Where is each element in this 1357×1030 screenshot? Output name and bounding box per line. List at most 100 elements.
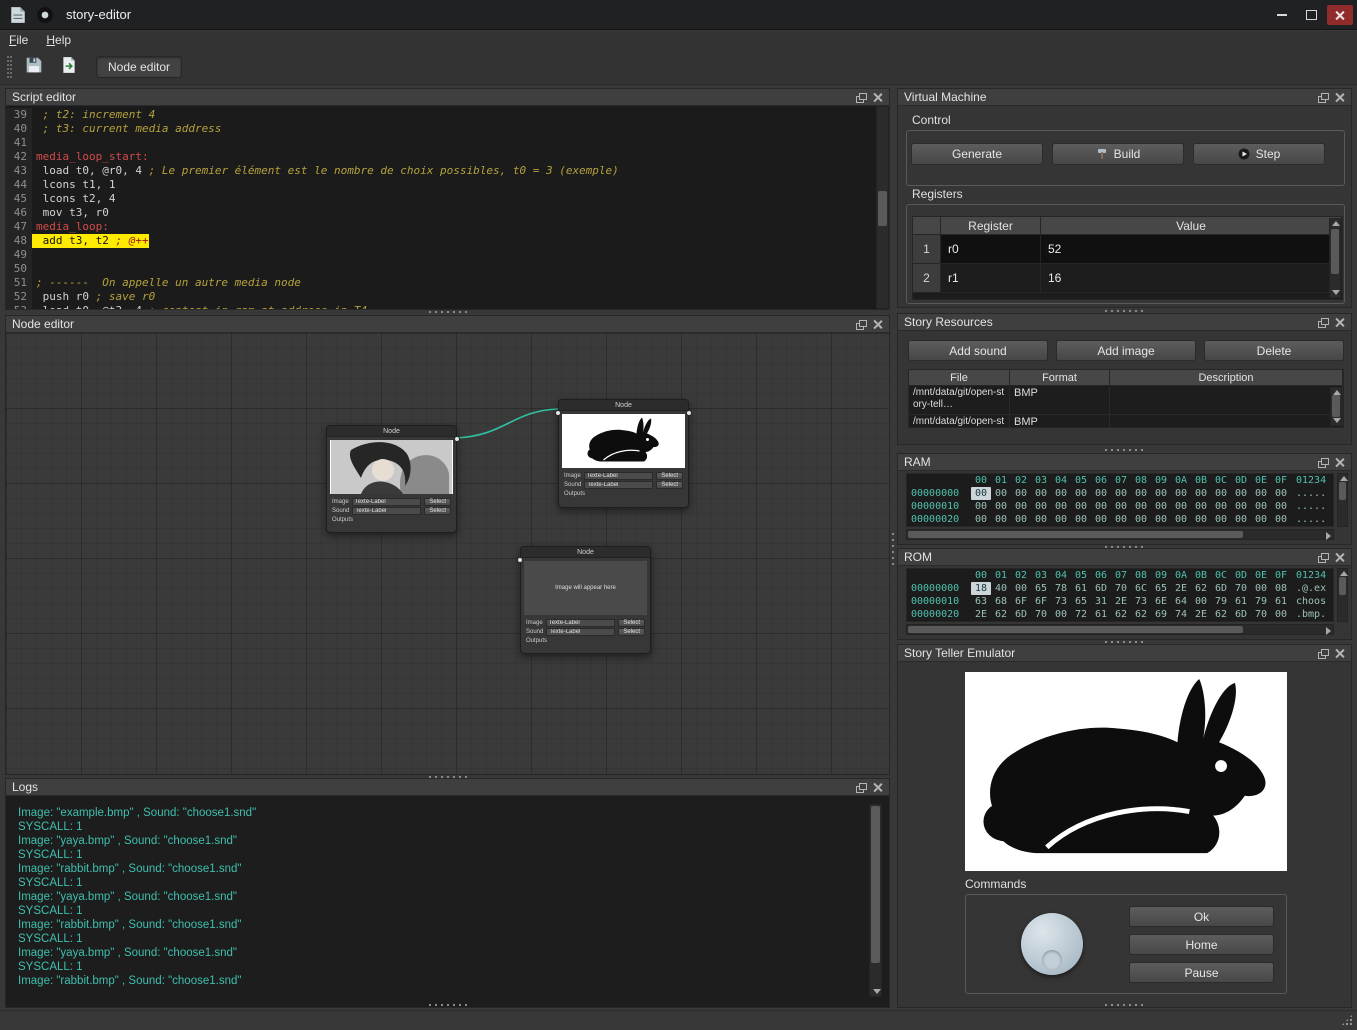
toolbar-drag-handle[interactable] (7, 56, 12, 78)
delete-button[interactable]: Delete (1204, 340, 1344, 361)
home-button[interactable]: Home (1129, 934, 1274, 955)
hex-row[interactable]: 000000202E626D70007261626269742E626D7000… (907, 608, 1333, 621)
scroll-up-icon[interactable] (1340, 476, 1348, 481)
script-editor-scrollbar[interactable] (876, 106, 889, 309)
ram-horizontal-scrollbar[interactable] (906, 529, 1334, 540)
rom-hex-view[interactable]: 000102030405060708090A0B0C0D0E0F01234567… (906, 568, 1334, 622)
scrollbar-thumb[interactable] (871, 806, 880, 963)
scroll-right-icon[interactable] (1326, 532, 1331, 540)
registers-scrollbar[interactable] (1329, 218, 1341, 298)
float-panel-icon[interactable] (1317, 457, 1328, 468)
registers-table[interactable]: Register Value 1r0522r116 (912, 216, 1343, 300)
media-node-1[interactable]: Node Image Texte-Label Select (326, 425, 457, 533)
script-editor[interactable]: 39 ; t2: increment 440 ; t3: current med… (6, 106, 889, 309)
node-image-select-button[interactable]: Select (424, 498, 451, 506)
close-button[interactable] (1327, 5, 1353, 25)
scroll-down-icon[interactable] (873, 989, 881, 994)
hex-row[interactable]: 0000002000000000000000000000000000000000… (907, 513, 1333, 526)
rom-vertical-scrollbar[interactable] (1337, 568, 1348, 622)
generate-button[interactable]: Generate (911, 143, 1043, 165)
hex-row[interactable]: 000000001840006578616D706C652E626D700008… (907, 582, 1333, 595)
logs-scrollbar[interactable] (869, 804, 882, 997)
node-connection-wire[interactable] (457, 409, 558, 438)
node-sound-select-button[interactable]: Select (656, 481, 683, 489)
hex-row[interactable]: 0000001063686F6F7365312E736E640079617961… (907, 595, 1333, 608)
scroll-up-icon[interactable] (1340, 571, 1348, 576)
float-panel-icon[interactable] (855, 319, 866, 330)
float-panel-icon[interactable] (855, 92, 866, 103)
node-image-select-button[interactable]: Select (618, 619, 645, 627)
log-output[interactable]: Image: "example.bmp" , Sound: "choose1.s… (6, 796, 889, 1007)
ram-vertical-scrollbar[interactable] (1337, 473, 1348, 527)
node-image-text-field[interactable]: Texte-Label (352, 498, 422, 506)
build-button[interactable]: Build (1052, 143, 1184, 165)
resources-table[interactable]: File Format Description /mnt/data/git/op… (908, 369, 1344, 428)
node-image-select-button[interactable]: Select (656, 472, 683, 480)
node-sound-select-button[interactable]: Select (618, 628, 645, 636)
virtual-machine-titlebar[interactable]: Virtual Machine (898, 89, 1351, 106)
scroll-down-icon[interactable] (1333, 418, 1341, 423)
rom-titlebar[interactable]: ROM (898, 549, 1351, 566)
pause-button[interactable]: Pause (1129, 962, 1274, 983)
close-panel-icon[interactable] (872, 319, 883, 330)
emulator-titlebar[interactable]: Story Teller Emulator (898, 645, 1351, 662)
menu-file[interactable]: File (0, 32, 37, 48)
float-panel-icon[interactable] (1317, 648, 1328, 659)
resize-grip[interactable] (1341, 1014, 1353, 1026)
titlebar[interactable]: story-editor (0, 0, 1357, 30)
splitter-handle[interactable] (1103, 448, 1145, 452)
node-image-text-field[interactable]: Texte-Label (584, 472, 654, 480)
value-column-header[interactable]: Value (1041, 217, 1342, 235)
format-column-header[interactable]: Format (1010, 370, 1110, 386)
media-node-2[interactable]: Node Image Texte-Label Select Sound Text… (558, 399, 689, 508)
step-button[interactable]: Step (1193, 143, 1325, 165)
add-sound-button[interactable]: Add sound (908, 340, 1048, 361)
scrollbar-thumb[interactable] (1339, 577, 1346, 595)
add-image-button[interactable]: Add image (1056, 340, 1196, 361)
story-resources-titlebar[interactable]: Story Resources (898, 314, 1351, 331)
close-panel-icon[interactable] (872, 92, 883, 103)
media-node-3[interactable]: Node Image will appear here Image Texte-… (520, 546, 651, 654)
scroll-up-icon[interactable] (1332, 221, 1340, 226)
close-panel-icon[interactable] (872, 782, 883, 793)
menu-help[interactable]: Help (37, 32, 80, 48)
ram-titlebar[interactable]: RAM (898, 454, 1351, 471)
ok-button[interactable]: Ok (1129, 906, 1274, 927)
rotary-knob[interactable] (1021, 913, 1083, 975)
float-panel-icon[interactable] (1317, 552, 1328, 563)
splitter-handle[interactable] (427, 310, 469, 314)
close-panel-icon[interactable] (1334, 457, 1345, 468)
rom-horizontal-scrollbar[interactable] (906, 624, 1334, 635)
float-panel-icon[interactable] (1317, 92, 1328, 103)
node-title-bar[interactable]: Node (559, 400, 688, 411)
node-sound-text-field[interactable]: Texte-Label (546, 628, 615, 636)
node-editor-toggle-button[interactable]: Node editor (96, 56, 182, 78)
save-button[interactable] (20, 53, 47, 80)
script-editor-titlebar[interactable]: Script editor (6, 89, 889, 106)
resources-scrollbar[interactable] (1330, 387, 1342, 426)
node-image-text-field[interactable]: Texte-Label (546, 619, 616, 627)
input-port[interactable] (517, 557, 523, 563)
input-port[interactable] (555, 410, 561, 416)
scrollbar-thumb[interactable] (908, 626, 1243, 633)
ram-hex-view[interactable]: 000102030405060708090A0B0C0D0E0F01234567… (906, 473, 1334, 527)
register-column-header[interactable]: Register (941, 217, 1041, 235)
node-sound-text-field[interactable]: Texte-Label (584, 481, 653, 489)
scrollbar-thumb[interactable] (908, 531, 1243, 538)
hex-row[interactable]: 0000000000000000000000000000000000000000… (907, 487, 1333, 500)
splitter-handle[interactable] (427, 1003, 469, 1007)
register-row[interactable]: 1r052 (913, 235, 1342, 264)
node-title-bar[interactable]: Node (327, 426, 456, 437)
node-sound-text-field[interactable]: Texte-Label (352, 507, 421, 515)
file-column-header[interactable]: File (909, 370, 1010, 386)
node-editor-titlebar[interactable]: Node editor (6, 316, 889, 333)
close-panel-icon[interactable] (1334, 648, 1345, 659)
scrollbar-thumb[interactable] (1339, 482, 1346, 500)
description-column-header[interactable]: Description (1110, 370, 1343, 386)
hex-row[interactable]: 0000001000000000000000000000000000000000… (907, 500, 1333, 513)
output-port[interactable] (454, 436, 460, 442)
float-panel-icon[interactable] (1317, 317, 1328, 328)
output-port[interactable] (686, 410, 692, 416)
vertical-splitter-handle[interactable] (891, 531, 895, 565)
node-sound-select-button[interactable]: Select (424, 507, 451, 515)
